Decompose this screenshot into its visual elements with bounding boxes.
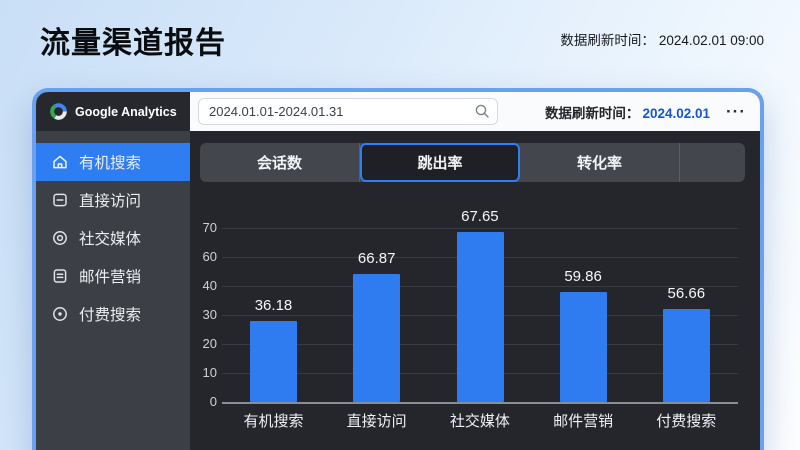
y-tick-label: 60 xyxy=(202,249,217,264)
x-axis-label: 付费搜索 xyxy=(656,413,717,430)
y-tick-label: 30 xyxy=(202,307,217,322)
grid-line xyxy=(222,228,738,229)
page-header: 流量渠道报告 数据刷新时间： 2024.02.01 09:00 xyxy=(40,16,764,72)
brand-name: Google Analytics xyxy=(75,104,177,119)
analytics-window: Google Analytics 数据刷新时间：2024.02.01 ··· xyxy=(32,88,764,450)
y-tick-label: 20 xyxy=(202,336,217,351)
bar-value-label: 56.66 xyxy=(667,285,706,302)
window-body: 有机搜索 直接访问 社交媒体 邮件营销 付费搜索 会话数 跳出率 转化率 70 … xyxy=(36,131,760,450)
y-tick-label: 10 xyxy=(202,365,217,380)
y-tick-label: 0 xyxy=(209,394,217,409)
search-icon xyxy=(475,104,489,118)
bar-value-label: 67.65 xyxy=(461,208,499,225)
document-lines-icon xyxy=(53,269,67,283)
direct-window-icon xyxy=(53,193,67,207)
bar-value-label: 36.18 xyxy=(254,297,293,314)
sidebar-item-organic-search[interactable]: 有机搜索 xyxy=(36,143,190,181)
sidebar-item-label: 直接访问 xyxy=(79,193,142,210)
window-header: Google Analytics 数据刷新时间：2024.02.01 ··· xyxy=(36,92,760,131)
x-axis-line xyxy=(222,402,738,404)
y-tick-label: 70 xyxy=(202,220,217,235)
x-axis-label: 社交媒体 xyxy=(449,413,510,430)
x-axis-label: 直接访问 xyxy=(346,413,407,430)
bar xyxy=(456,232,504,402)
bounce-rate-bar-chart: 70 60 40 30 20 10 0 36.18 有机搜索 66.87 直接访问 67.65 社交媒体… xyxy=(190,131,760,450)
page-refresh-time: 数据刷新时间： 2024.02.01 09:00 xyxy=(560,29,764,49)
bar xyxy=(662,309,710,402)
x-axis-label: 有机搜索 xyxy=(243,413,304,430)
bar-value-label: 59.86 xyxy=(564,268,602,285)
bar xyxy=(353,274,401,402)
content-area: 会话数 跳出率 转化率 70 60 40 30 20 10 0 36.18 有机搜索 66.87 直… xyxy=(190,131,760,450)
page-refresh-label: 数据刷新时间： xyxy=(560,33,655,48)
bar xyxy=(250,321,298,402)
x-axis-label: 邮件营销 xyxy=(553,413,614,430)
sidebar-item-direct[interactable]: 直接访问 xyxy=(36,181,190,219)
window-refresh-label: 数据刷新时间： xyxy=(544,105,640,121)
bar xyxy=(559,292,607,402)
sidebar: 有机搜索 直接访问 社交媒体 邮件营销 付费搜索 xyxy=(36,131,190,450)
sidebar-item-label: 有机搜索 xyxy=(79,155,142,172)
window-header-right: 数据刷新时间：2024.02.01 ··· xyxy=(190,92,760,131)
sidebar-item-email-marketing[interactable]: 邮件营销 xyxy=(36,257,190,295)
window-refresh-value: 2024.02.01 xyxy=(642,105,711,121)
date-range-input[interactable] xyxy=(198,98,498,125)
sidebar-item-paid-search[interactable]: 付费搜索 xyxy=(36,295,190,333)
sidebar-item-label: 付费搜索 xyxy=(79,307,142,324)
brand-cell: Google Analytics xyxy=(36,92,190,131)
sidebar-item-label: 邮件营销 xyxy=(79,269,142,286)
google-analytics-logo-icon xyxy=(50,103,67,120)
home-icon xyxy=(53,155,67,169)
y-tick-label: 40 xyxy=(202,278,217,293)
sidebar-item-social-media[interactable]: 社交媒体 xyxy=(36,219,190,257)
more-menu-button[interactable]: ··· xyxy=(726,103,746,120)
page-refresh-value: 2024.02.01 09:00 xyxy=(658,33,764,48)
bar-value-label: 66.87 xyxy=(357,250,396,267)
target-circle-icon xyxy=(53,231,67,245)
bullseye-dot-icon xyxy=(53,307,67,321)
window-refresh-time: 数据刷新时间： 2024.02.01 xyxy=(545,102,710,122)
sidebar-item-label: 社交媒体 xyxy=(79,231,142,248)
